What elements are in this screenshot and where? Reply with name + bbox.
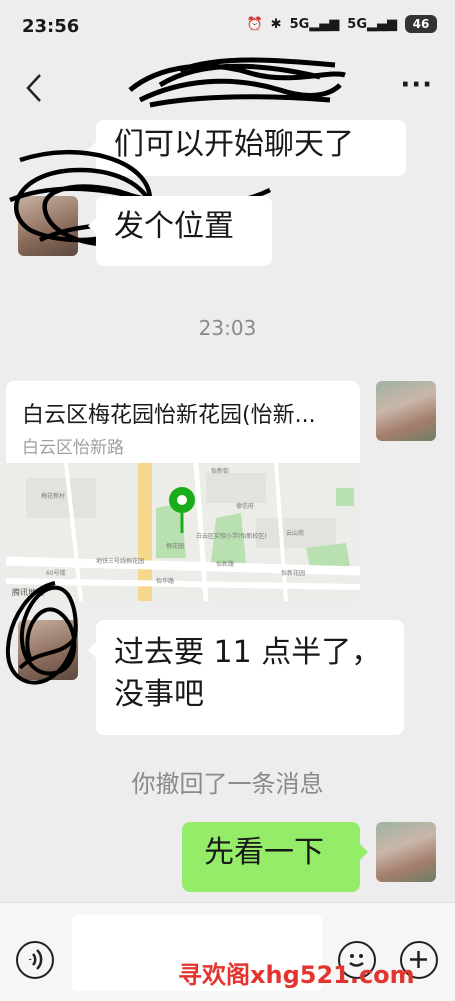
alarm-icon: ⏰ (246, 16, 263, 32)
map-label: 德信府 (236, 502, 254, 510)
watermark: 寻欢阁xhg521.com (178, 961, 415, 989)
location-map[interactable]: 梅花新村 梅花园 白云区实验小学(怡新校区) 德信府 云山苑 怡新路 地铁三号线… (6, 462, 360, 601)
status-icons: ⏰ ✱ 5G▂▄▆ 5G▂▄▆ 46 (246, 15, 437, 33)
contact-avatar[interactable] (18, 620, 78, 680)
my-avatar[interactable] (376, 822, 436, 882)
status-time: 23:56 (22, 16, 80, 37)
map-label: 怡新街 (211, 467, 229, 475)
message-bubble-incoming[interactable]: 过去要 11 点半了， 没事吧 (88, 620, 404, 735)
message-bubble-outgoing[interactable]: 先看一下 (182, 822, 368, 892)
message-timestamp: 23:03 (198, 316, 257, 340)
message-text-line-1: 过去要 11 点半了， (114, 635, 382, 670)
map-label: 怡新花园 (281, 569, 305, 577)
chat-header: ··· (0, 52, 455, 124)
bluetooth-icon: ✱ (270, 16, 282, 32)
contact-avatar[interactable] (18, 196, 78, 256)
signal-icon-2: 5G▂▄▆ (347, 16, 397, 32)
status-bar: 23:56 ⏰ ✱ 5G▂▄▆ 5G▂▄▆ 46 (0, 0, 455, 52)
map-label: 怡华路 (156, 577, 174, 585)
signal-icon-1: 5G▂▄▆ (289, 16, 340, 32)
voice-input-button[interactable] (16, 941, 54, 979)
map-label: 怡新路 (216, 560, 234, 568)
voice-icon (28, 949, 43, 970)
more-button[interactable]: ··· (400, 70, 433, 100)
map-label: 地铁三号线梅花园 (96, 557, 144, 565)
map-graphic: 梅花新村 梅花园 白云区实验小学(怡新校区) 德信府 云山苑 怡新路 地铁三号线… (6, 462, 360, 601)
message-text: 们可以开始聊天了 (114, 127, 354, 162)
back-button[interactable] (18, 68, 50, 108)
map-label: 梅花园 (166, 542, 184, 550)
chevron-left-icon (26, 74, 41, 102)
message-bubble-incoming[interactable]: 们可以开始聊天了 (88, 120, 406, 176)
message-text-line-2: 没事吧 (114, 677, 204, 712)
location-card[interactable]: 白云区梅花园怡新花园(怡新... 白云区怡新路 梅花新村 梅花园 白云区实验小学… (6, 381, 360, 601)
message-text: 发个位置 (114, 209, 234, 244)
map-label: 白云区实验小学(怡新校区) (196, 532, 267, 540)
location-title: 白云区梅花园怡新花园(怡新... (22, 403, 316, 428)
battery-icon: 46 (405, 15, 437, 33)
message-text: 先看一下 (204, 835, 324, 870)
my-avatar[interactable] (376, 381, 436, 441)
map-label: 60号楼 (46, 569, 66, 577)
recall-notice: 你撤回了一条消息 (131, 770, 324, 798)
map-label: 梅花新村 (41, 492, 65, 500)
map-label: 云山苑 (286, 529, 304, 537)
map-provider-label: 腾讯地图 (12, 587, 44, 597)
message-bubble-incoming[interactable]: 发个位置 (88, 196, 272, 266)
location-address: 白云区怡新路 (22, 438, 124, 458)
